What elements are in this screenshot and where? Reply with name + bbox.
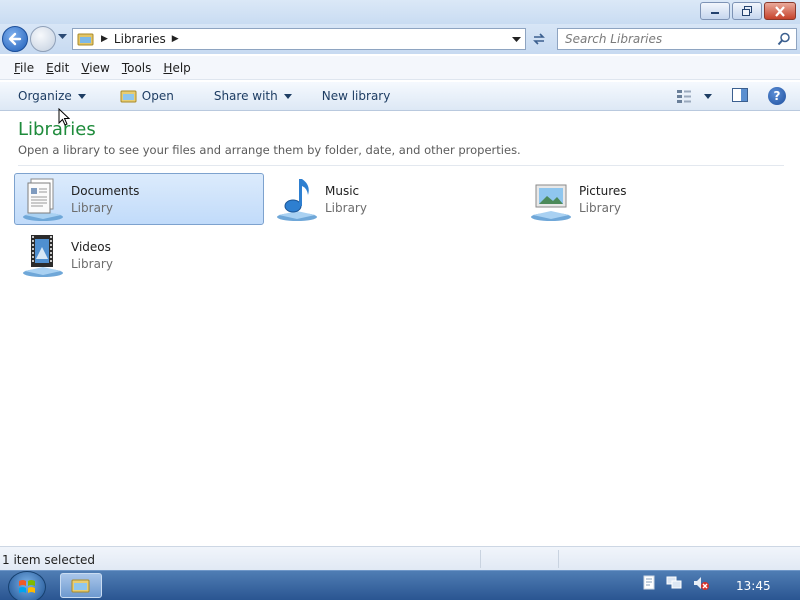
new-library-label: New library xyxy=(321,89,391,103)
mouse-cursor-icon xyxy=(58,108,70,126)
chevron-down-icon xyxy=(704,93,712,99)
start-button[interactable] xyxy=(8,571,46,600)
library-type: Library xyxy=(579,200,621,215)
search-icon[interactable] xyxy=(777,32,791,46)
library-content-pane: Libraries Open a library to see your fil… xyxy=(0,112,800,546)
minimize-button[interactable] xyxy=(700,2,730,20)
chevron-down-icon xyxy=(283,93,292,99)
view-options-icon xyxy=(677,90,691,103)
menu-edit[interactable]: Edit xyxy=(40,59,75,77)
status-text: 1 item selected xyxy=(2,553,96,567)
status-bar: 1 item selected xyxy=(0,546,800,570)
menu-view[interactable]: View xyxy=(75,59,115,77)
library-name: Videos xyxy=(71,239,111,254)
library-name: Documents xyxy=(71,183,140,198)
volume-muted-icon[interactable] xyxy=(692,575,710,591)
close-button[interactable] xyxy=(764,2,796,20)
address-bar[interactable]: ▶ Libraries ▶ xyxy=(72,28,526,50)
navigation-bar: ▶ Libraries ▶ xyxy=(0,24,800,54)
menu-help[interactable]: Help xyxy=(157,59,196,77)
organize-label: Organize xyxy=(18,89,72,103)
page-description: Open a library to see your files and arr… xyxy=(18,143,521,157)
libraries-folder-icon xyxy=(77,33,94,46)
pictures-library-icon xyxy=(525,174,577,224)
network-icon[interactable] xyxy=(666,575,682,591)
back-button[interactable] xyxy=(2,26,28,52)
search-box[interactable] xyxy=(557,28,797,50)
restore-button[interactable] xyxy=(732,2,762,20)
library-item-music[interactable]: Music Library xyxy=(268,173,518,225)
search-input[interactable] xyxy=(558,29,768,49)
close-icon xyxy=(775,5,785,17)
refresh-button[interactable] xyxy=(528,28,550,50)
preview-pane-icon[interactable] xyxy=(732,88,748,102)
organize-button[interactable]: Organize xyxy=(0,82,96,111)
recent-pages-dropdown-icon[interactable] xyxy=(58,34,67,40)
library-name: Pictures xyxy=(579,183,627,198)
status-divider xyxy=(558,550,559,568)
breadcrumb-libraries[interactable]: Libraries xyxy=(114,32,166,46)
divider xyxy=(18,165,784,166)
restore-icon xyxy=(742,5,752,16)
videos-library-icon xyxy=(17,230,69,280)
menu-tools[interactable]: Tools xyxy=(116,59,158,77)
page-title: Libraries xyxy=(18,119,96,140)
taskbar-clock[interactable]: 13:45 xyxy=(736,579,771,593)
breadcrumb-chevron-icon[interactable]: ▶ xyxy=(172,34,179,44)
address-dropdown-icon[interactable] xyxy=(512,37,521,43)
menu-bar: File Edit View Tools Help xyxy=(0,56,800,80)
library-item-documents[interactable]: Documents Library xyxy=(14,173,264,225)
help-icon[interactable]: ? xyxy=(768,87,786,105)
windows-logo-icon xyxy=(19,580,35,593)
library-item-videos[interactable]: Videos Library xyxy=(14,229,264,281)
chevron-down-icon xyxy=(77,93,86,99)
documents-library-icon xyxy=(17,174,69,224)
menu-file[interactable]: File xyxy=(8,59,40,77)
refresh-icon xyxy=(533,33,545,45)
new-library-button[interactable]: New library xyxy=(302,82,401,111)
change-view-button[interactable] xyxy=(676,86,712,106)
taskbar-explorer-button[interactable] xyxy=(60,573,102,598)
system-tray xyxy=(642,575,710,591)
forward-button[interactable] xyxy=(30,26,56,52)
window-titlebar xyxy=(0,0,800,24)
minimize-icon xyxy=(711,12,719,14)
share-with-button[interactable]: Share with xyxy=(184,82,302,111)
action-center-icon[interactable] xyxy=(642,575,656,591)
taskbar: 13:45 xyxy=(0,570,800,600)
share-with-label: Share with xyxy=(213,89,278,103)
open-button[interactable]: Open xyxy=(96,82,184,111)
breadcrumb-chevron-icon[interactable]: ▶ xyxy=(101,34,108,44)
library-name: Music xyxy=(325,183,360,198)
library-type: Library xyxy=(325,200,367,215)
open-folder-icon xyxy=(120,90,137,103)
explorer-folder-icon xyxy=(71,579,90,592)
caption-buttons xyxy=(700,2,796,20)
back-arrow-icon xyxy=(8,32,22,46)
library-type: Library xyxy=(71,200,113,215)
status-divider xyxy=(480,550,481,568)
music-library-icon xyxy=(271,174,323,224)
open-label: Open xyxy=(141,89,174,103)
library-type: Library xyxy=(71,256,113,271)
library-item-pictures[interactable]: Pictures Library xyxy=(522,173,772,225)
